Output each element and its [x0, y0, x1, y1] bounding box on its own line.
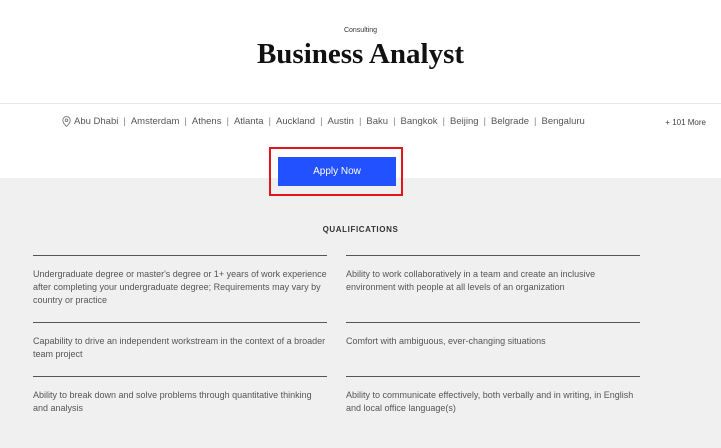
- location-separator: |: [226, 116, 229, 127]
- location-pin-icon: [62, 116, 71, 128]
- qualification-item: Capability to drive an independent works…: [33, 322, 327, 361]
- location-item[interactable]: Abu Dhabi: [74, 116, 118, 127]
- qualification-item: Comfort with ambiguous, ever-changing si…: [346, 322, 640, 348]
- location-item[interactable]: Baku: [366, 116, 388, 127]
- more-locations-link[interactable]: + 101 More: [665, 118, 706, 127]
- qualification-item: Ability to break down and solve problems…: [33, 376, 327, 415]
- location-item[interactable]: Beijing: [450, 116, 479, 127]
- location-item[interactable]: Amsterdam: [131, 116, 180, 127]
- location-separator: |: [534, 116, 537, 127]
- location-separator: |: [123, 116, 126, 127]
- location-list: Abu Dhabi | Amsterdam | Athens | Atlanta…: [0, 116, 721, 130]
- qualifications-section: QUALIFICATIONS Undergraduate degree or m…: [0, 178, 721, 448]
- location-separator: |: [184, 116, 187, 127]
- location-item[interactable]: Bangkok: [401, 116, 438, 127]
- location-separator: |: [320, 116, 323, 127]
- qualification-item: Ability to work collaboratively in a tea…: [346, 255, 640, 294]
- location-item[interactable]: Auckland: [276, 116, 315, 127]
- location-separator: |: [358, 116, 362, 127]
- location-separator: |: [393, 116, 396, 127]
- qualifications-heading: QUALIFICATIONS: [322, 225, 399, 234]
- location-item[interactable]: Belgrade: [491, 116, 529, 127]
- location-item[interactable]: Atlanta: [234, 116, 264, 127]
- header-divider: [0, 103, 721, 104]
- location-item[interactable]: Athens: [192, 116, 222, 127]
- apply-now-button[interactable]: Apply Now: [278, 157, 396, 186]
- location-separator: |: [442, 116, 445, 127]
- job-title: Business Analyst: [256, 38, 465, 70]
- location-separator: |: [483, 116, 486, 127]
- location-items: Abu Dhabi | Amsterdam | Athens | Atlanta…: [62, 116, 585, 128]
- job-category: Consulting: [343, 27, 378, 34]
- location-item[interactable]: Bengaluru: [542, 116, 585, 127]
- location-separator: |: [268, 116, 271, 127]
- qualification-item: Undergraduate degree or master's degree …: [33, 255, 327, 307]
- location-item[interactable]: Austin: [328, 116, 354, 127]
- qualification-item: Ability to communicate effectively, both…: [346, 376, 640, 415]
